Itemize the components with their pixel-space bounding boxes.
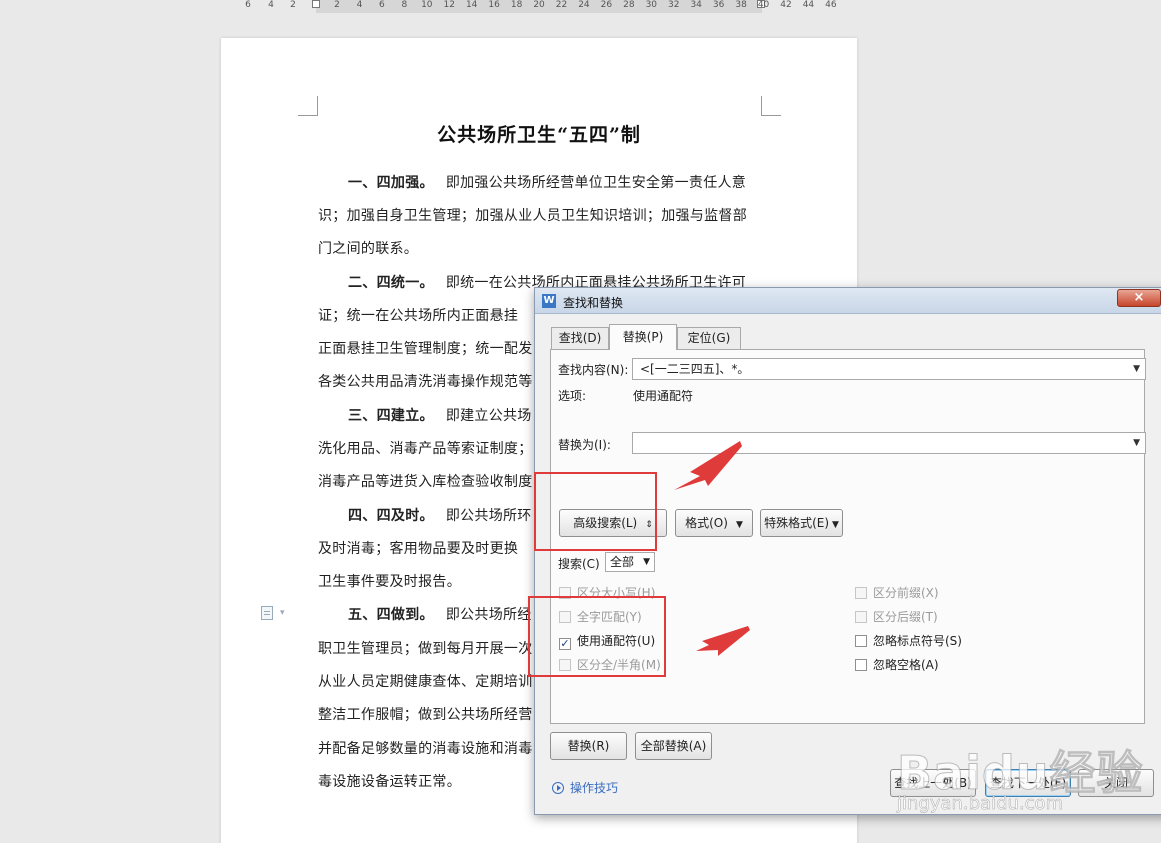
annotation-arrow-icon <box>696 626 750 656</box>
watermark-url: jingyan.baidu.com <box>897 793 1064 815</box>
tab-replace[interactable]: 替换(P) <box>609 324 677 350</box>
annotation-arrow-icon <box>674 441 742 490</box>
annotation-arrows <box>674 441 750 656</box>
annotation-arrow-icon <box>674 441 750 656</box>
